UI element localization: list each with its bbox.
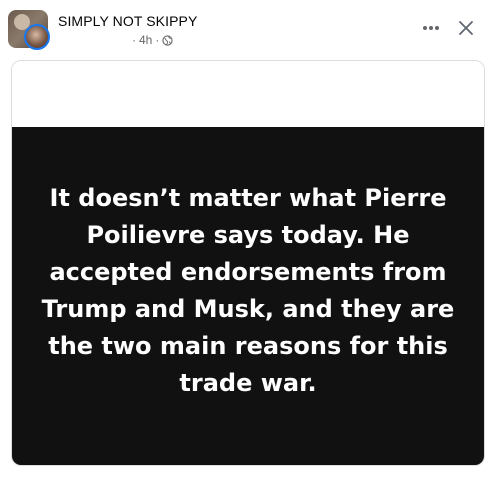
post-image[interactable]: It doesn’t matter what Pierre Poilievre …: [11, 60, 485, 466]
post-card: SIMPLY NOT SKIPPY · 4h · It doesn’t matt…: [0, 0, 500, 482]
post-timestamp[interactable]: 4h: [139, 33, 152, 47]
meta-separator: ·: [155, 33, 160, 47]
avatar-stack[interactable]: [8, 10, 52, 52]
quote-panel: It doesn’t matter what Pierre Poilievre …: [12, 127, 484, 465]
image-top-area: [12, 61, 484, 127]
post-meta: · 4h ·: [132, 33, 173, 47]
globe-icon[interactable]: [162, 34, 173, 46]
user-avatar[interactable]: [24, 24, 50, 50]
post-header: SIMPLY NOT SKIPPY · 4h ·: [0, 0, 500, 58]
meta-separator: ·: [132, 33, 136, 47]
group-name-link[interactable]: SIMPLY NOT SKIPPY: [58, 13, 197, 29]
quote-text: It doesn’t matter what Pierre Poilievre …: [41, 184, 455, 397]
close-icon[interactable]: [454, 16, 478, 40]
more-options-icon[interactable]: [419, 18, 443, 38]
